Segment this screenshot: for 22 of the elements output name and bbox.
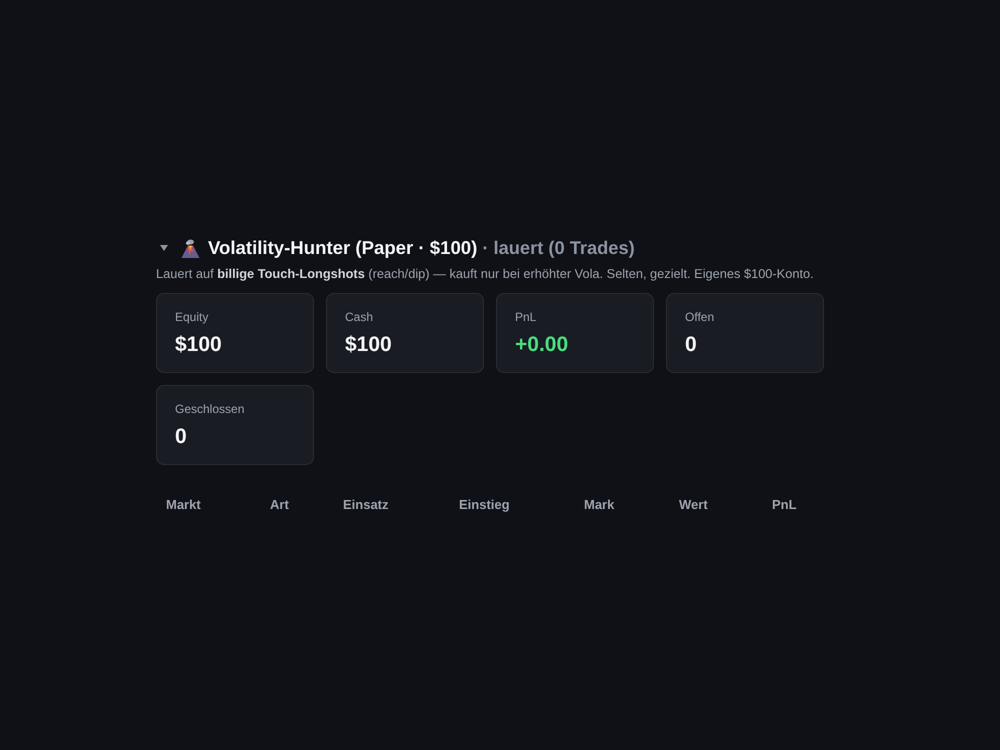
stat-label: Cash	[345, 310, 374, 324]
volcano-icon	[181, 238, 200, 258]
column-header: Einstieg	[459, 497, 510, 512]
stat-value: 0	[175, 424, 187, 450]
stat-label: PnL	[515, 310, 536, 324]
stat-value: $100	[175, 332, 222, 358]
stat-value: +0.00	[515, 332, 568, 358]
stat-label: Offen	[685, 310, 714, 324]
description-text: Lauert auf billige Touch-Longshots (reach/dip) — kauft nur bei erhöhter Vola. Selten, gezielt. Eigenes $100-Konto.	[156, 266, 815, 281]
column-header: Mark	[584, 497, 614, 512]
stat-label: Equity	[175, 310, 208, 324]
stat-label: Geschlossen	[175, 402, 244, 416]
column-header: Einsatz	[343, 497, 389, 512]
column-header: PnL	[772, 497, 797, 512]
column-header: Art	[270, 497, 289, 512]
section-title: Volatility-Hunter (Paper · $100)	[208, 237, 478, 259]
status-text: · lauert (0 Trades)	[482, 237, 635, 259]
column-header: Wert	[679, 497, 708, 512]
column-header: Markt	[166, 497, 201, 512]
stat-value: $100	[345, 332, 392, 358]
stat-value: 0	[685, 332, 697, 358]
caret-down-icon[interactable]	[160, 245, 168, 251]
